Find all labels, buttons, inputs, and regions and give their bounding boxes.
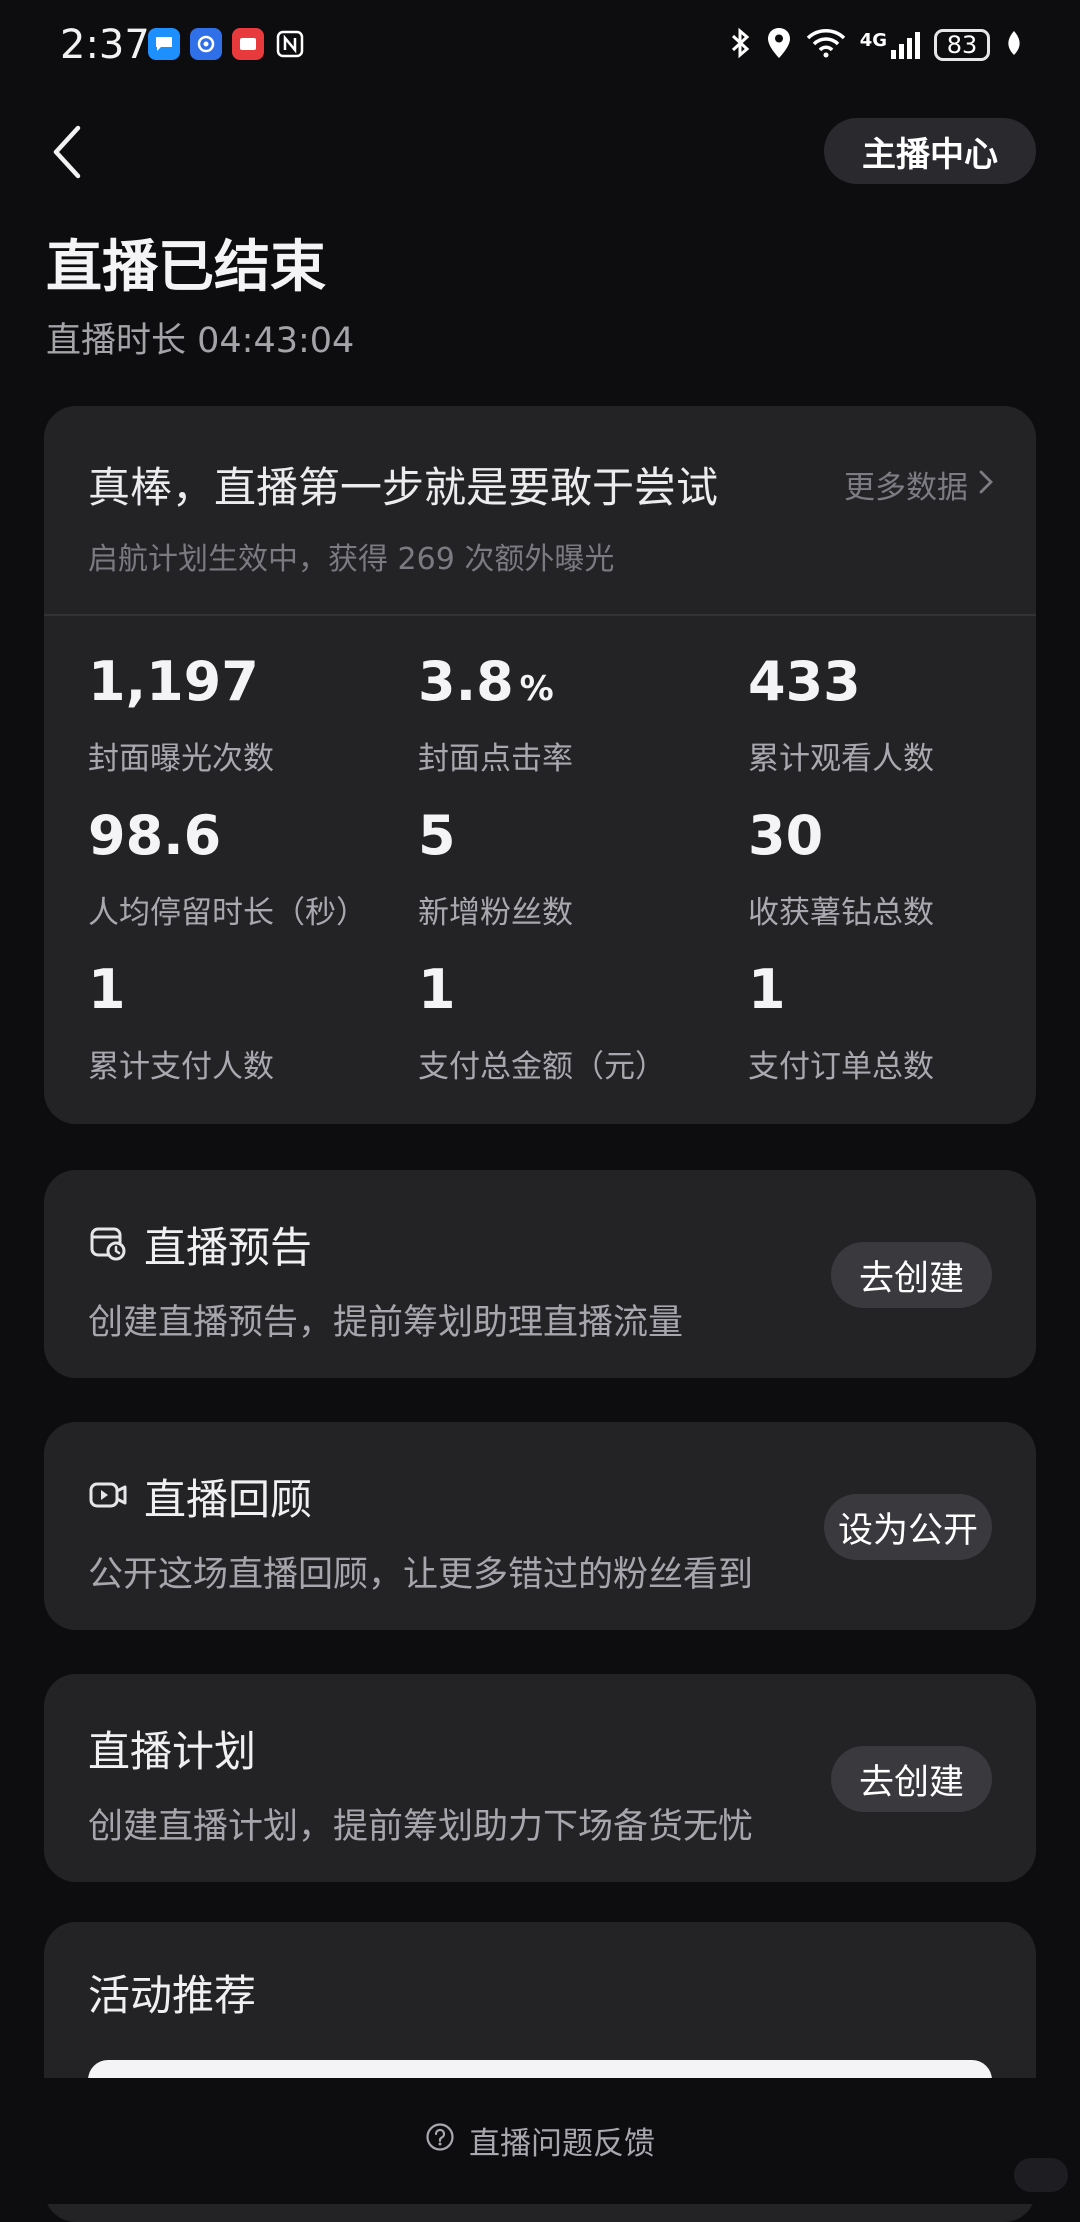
live-summary-card: 真棒，直播第一步就是要敢于尝试 更多数据 启航计划生效中，获得 269 次额外曝… <box>44 406 1036 1124</box>
chevron-left-icon <box>46 125 90 188</box>
live-plan-card: 直播计划 创建直播计划，提前筹划助力下场备货无忧 去创建 <box>44 1674 1036 1882</box>
location-icon <box>766 26 792 64</box>
network-type-label: 4G <box>859 30 887 51</box>
stat-cover-impressions: 1,197 封面曝光次数 <box>88 650 408 778</box>
chevron-right-icon <box>978 467 994 503</box>
stat-label: 累计观看人数 <box>748 741 934 777</box>
stat-value: 1 <box>88 958 126 1021</box>
stat-unit: % <box>519 669 554 709</box>
calendar-clock-icon <box>88 1223 128 1267</box>
activity-title: 活动推荐 <box>88 1971 257 2020</box>
leaf-icon <box>1004 29 1024 61</box>
stat-label: 支付总金额（元） <box>418 1049 666 1085</box>
stat-value: 3.8 <box>418 650 514 713</box>
create-preview-button[interactable]: 去创建 <box>830 1242 992 1308</box>
stat-orders: 1 支付订单总数 <box>748 958 1068 1086</box>
wifi-icon <box>806 28 846 62</box>
system-icons: 4G 83 <box>730 26 1024 64</box>
stat-cover-ctr: 3.8% 封面点击率 <box>418 650 738 778</box>
corner-badge <box>1014 2158 1068 2192</box>
feedback-link[interactable]: 直播问题反馈 <box>0 2118 1080 2163</box>
more-data-label: 更多数据 <box>844 470 968 506</box>
summary-subtitle: 启航计划生效中，获得 269 次额外曝光 <box>88 542 615 577</box>
create-plan-button[interactable]: 去创建 <box>830 1746 992 1812</box>
stat-label: 封面点击率 <box>418 741 573 777</box>
feature-description: 创建直播计划，提前筹划助力下场备货无忧 <box>88 1807 754 1847</box>
footer-bar: 直播问题反馈 <box>0 2078 1080 2204</box>
summary-headline: 真棒，直播第一步就是要敢于尝试 <box>88 463 719 512</box>
stat-label: 累计支付人数 <box>88 1049 274 1085</box>
stat-diamonds: 30 收获薯钻总数 <box>748 804 1068 932</box>
back-button[interactable] <box>46 120 90 184</box>
stat-value: 5 <box>418 804 456 867</box>
stat-label: 支付订单总数 <box>748 1049 934 1085</box>
signal-icon: 4G <box>860 30 920 60</box>
message-icon <box>148 28 180 60</box>
status-time: 2:37 <box>60 22 150 68</box>
more-data-link[interactable]: 更多数据 <box>844 462 994 507</box>
status-bar: 2:37 4G 83 <box>0 0 1080 90</box>
live-duration: 直播时长 04:43:04 <box>46 321 355 361</box>
stat-value: 98.6 <box>88 804 222 867</box>
stat-payment-amount: 1 支付总金额（元） <box>418 958 738 1086</box>
bluetooth-icon <box>730 27 752 63</box>
live-replay-card: 直播回顾 公开这场直播回顾，让更多错过的粉丝看到 设为公开 <box>44 1422 1036 1630</box>
live-preview-card: 直播预告 创建直播预告，提前筹划助理直播流量 去创建 <box>44 1170 1036 1378</box>
page-title: 直播已结束 <box>46 235 326 300</box>
stat-label: 新增粉丝数 <box>418 895 573 931</box>
help-circle-icon <box>425 2122 455 2160</box>
stat-new-fans: 5 新增粉丝数 <box>418 804 738 932</box>
battery-icon: 83 <box>934 29 990 61</box>
stat-label: 人均停留时长（秒） <box>88 895 367 931</box>
stat-total-viewers: 433 累计观看人数 <box>748 650 1068 778</box>
stat-value: 433 <box>748 650 861 713</box>
feature-title: 直播预告 <box>144 1223 313 1272</box>
mail-icon <box>232 28 264 60</box>
stat-value: 1,197 <box>88 650 259 713</box>
feature-description: 创建直播预告，提前筹划助理直播流量 <box>88 1303 684 1343</box>
browser-icon <box>190 28 222 60</box>
stat-value: 1 <box>418 958 456 1021</box>
set-public-button[interactable]: 设为公开 <box>823 1494 992 1560</box>
stat-paying-users: 1 累计支付人数 <box>88 958 408 1086</box>
feedback-label: 直播问题反馈 <box>469 2126 655 2162</box>
anchor-center-button[interactable]: 主播中心 <box>824 118 1036 184</box>
stat-label: 封面曝光次数 <box>88 741 274 777</box>
nfc-icon <box>274 28 306 60</box>
notification-icons <box>148 28 306 60</box>
feature-title: 直播回顾 <box>144 1475 313 1524</box>
feature-description: 公开这场直播回顾，让更多错过的粉丝看到 <box>88 1555 754 1595</box>
stat-avg-stay: 98.6 人均停留时长（秒） <box>88 804 408 932</box>
stat-value: 30 <box>748 804 824 867</box>
feature-title: 直播计划 <box>88 1727 257 1776</box>
video-camera-icon <box>88 1475 128 1519</box>
stat-label: 收获薯钻总数 <box>748 895 934 931</box>
summary-divider <box>44 614 1036 616</box>
stat-value: 1 <box>748 958 786 1021</box>
